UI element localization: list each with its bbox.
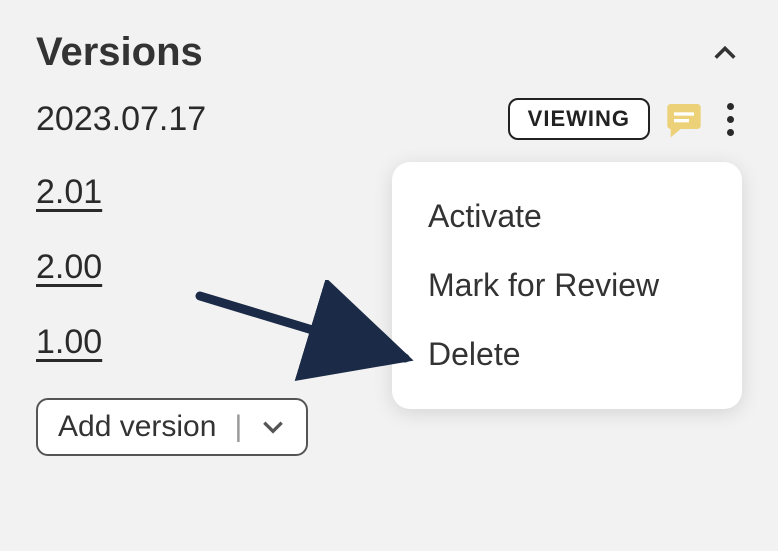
menu-item-activate[interactable]: Activate [392, 182, 742, 251]
panel-header: Versions [36, 30, 742, 75]
add-version-button[interactable]: Add version | [36, 398, 308, 456]
menu-item-delete[interactable]: Delete [392, 320, 742, 389]
current-version-row: 2023.07.17 VIEWING [36, 97, 742, 141]
add-version-dropdown-toggle[interactable] [260, 414, 286, 440]
comment-icon [664, 99, 704, 139]
current-version-actions: VIEWING [508, 97, 742, 141]
button-separator: | [234, 410, 242, 444]
more-actions-button[interactable] [718, 99, 742, 139]
collapse-toggle[interactable] [708, 36, 742, 70]
menu-item-mark-review[interactable]: Mark for Review [392, 251, 742, 320]
current-version-label: 2023.07.17 [36, 100, 206, 139]
chevron-down-icon [260, 414, 286, 440]
kebab-dot [727, 103, 734, 110]
kebab-dot [727, 129, 734, 136]
status-badge: VIEWING [508, 98, 650, 140]
panel-title: Versions [36, 30, 203, 75]
chevron-up-icon [711, 39, 739, 67]
add-version-label: Add version [58, 410, 216, 444]
comment-button[interactable] [662, 97, 706, 141]
version-actions-menu: Activate Mark for Review Delete [392, 162, 742, 409]
kebab-dot [727, 116, 734, 123]
